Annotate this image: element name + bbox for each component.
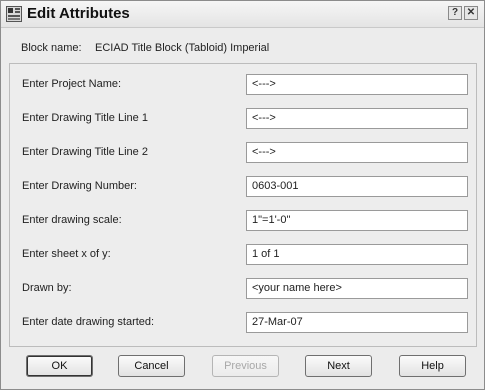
attribute-row: Enter sheet x of y: 1 of 1 <box>10 242 476 268</box>
attribute-prompt: Enter Project Name: <box>22 78 122 90</box>
title-help-button[interactable]: ? <box>448 6 462 20</box>
attributes-panel: Enter Project Name: <---> Enter Drawing … <box>9 63 477 347</box>
attribute-prompt: Enter date drawing started: <box>22 316 155 328</box>
dialog-title: Edit Attributes <box>27 5 130 22</box>
drawing-title-line2-field[interactable]: <---> <box>246 142 468 163</box>
sheet-x-of-y-field[interactable]: 1 of 1 <box>246 244 468 265</box>
attribute-prompt: Enter sheet x of y: <box>22 248 111 260</box>
next-button[interactable]: Next <box>305 355 372 377</box>
button-bar: OK Cancel Previous Next Help <box>1 355 484 379</box>
attribute-row: Enter Project Name: <---> <box>10 72 476 98</box>
drawn-by-field[interactable]: <your name here> <box>246 278 468 299</box>
ok-button[interactable]: OK <box>26 355 93 377</box>
title-bar[interactable]: Edit Attributes ? ✕ <box>1 1 484 28</box>
attribute-row: Enter drawing scale: 1"=1'-0" <box>10 208 476 234</box>
drawing-title-line1-field[interactable]: <---> <box>246 108 468 129</box>
edit-attributes-dialog: Edit Attributes ? ✕ Block name: ECIAD Ti… <box>0 0 485 390</box>
project-name-field[interactable]: <---> <box>246 74 468 95</box>
attribute-row: Drawn by: <your name here> <box>10 276 476 302</box>
attribute-row: Enter Drawing Title Line 1 <---> <box>10 106 476 132</box>
attribute-row: Enter Drawing Number: 0603-001 <box>10 174 476 200</box>
attribute-prompt: Enter Drawing Title Line 2 <box>22 146 148 158</box>
drawing-scale-field[interactable]: 1"=1'-0" <box>246 210 468 231</box>
title-close-button[interactable]: ✕ <box>464 6 478 20</box>
block-name-value: ECIAD Title Block (Tabloid) Imperial <box>95 42 270 54</box>
attribute-row: Enter date drawing started: 27-Mar-07 <box>10 310 476 336</box>
attribute-prompt: Enter Drawing Title Line 1 <box>22 112 148 124</box>
attribute-prompt: Enter Drawing Number: <box>22 180 137 192</box>
block-name-label: Block name: <box>21 42 82 54</box>
attribute-prompt: Drawn by: <box>22 282 72 294</box>
help-button[interactable]: Help <box>399 355 466 377</box>
autocad-app-icon <box>6 6 22 22</box>
drawing-number-field[interactable]: 0603-001 <box>246 176 468 197</box>
cancel-button[interactable]: Cancel <box>118 355 185 377</box>
attribute-row: Enter Drawing Title Line 2 <---> <box>10 140 476 166</box>
date-started-field[interactable]: 27-Mar-07 <box>246 312 468 333</box>
previous-button[interactable]: Previous <box>212 355 279 377</box>
attribute-prompt: Enter drawing scale: <box>22 214 122 226</box>
